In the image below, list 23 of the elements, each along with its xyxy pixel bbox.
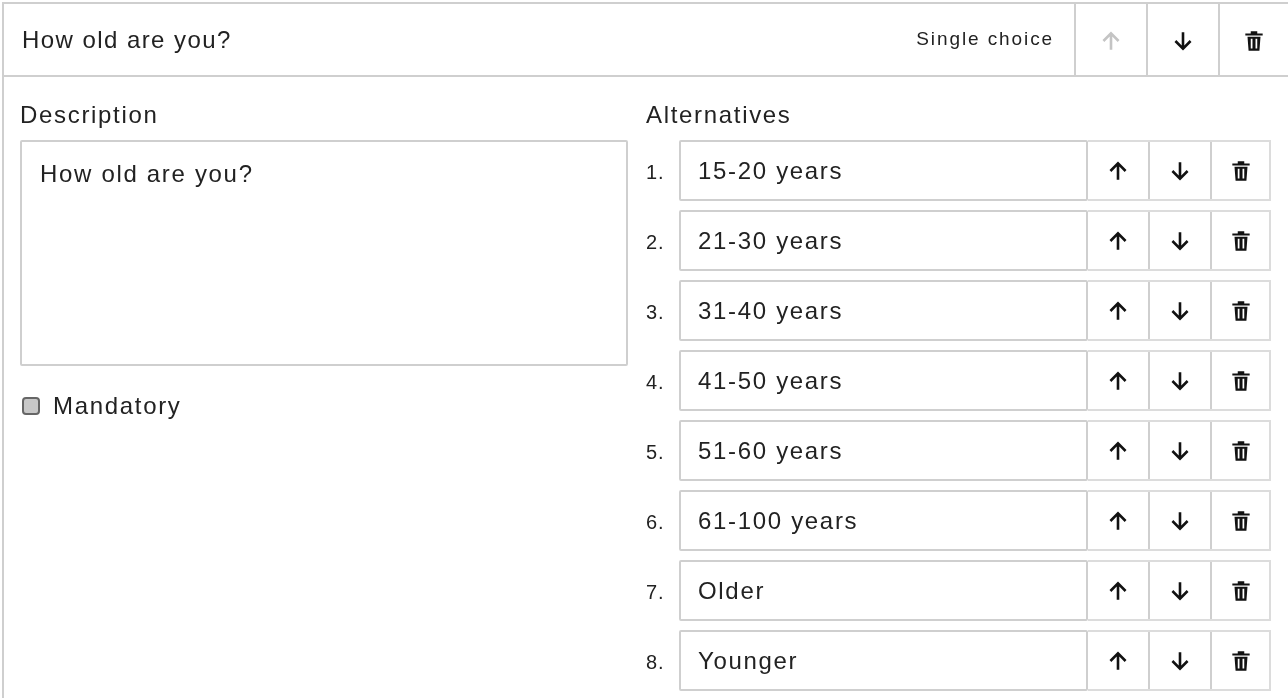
description-label: Description [20,100,160,130]
alternative-field[interactable]: 21-30 years [679,210,1088,271]
alternative-number: 3. [646,299,666,325]
alternative-field[interactable]: 61-100 years [679,490,1088,551]
alternative-field[interactable]: 51-60 years [679,420,1088,481]
alternative-field[interactable]: 15-20 years [679,140,1088,201]
alternative-number: 4. [646,369,666,395]
description-field[interactable]: How old are you? [20,140,628,366]
alternative-field[interactable]: Older [679,560,1088,621]
alternative-number: 7. [646,579,666,605]
alternative-number: 8. [646,649,666,675]
question-type: Single choice [916,27,1055,52]
mandatory-label: Mandatory [53,391,182,421]
alternative-field[interactable]: 41-50 years [679,350,1088,411]
alternative-field[interactable]: Younger [679,630,1088,691]
alternative-field[interactable]: 31-40 years [679,280,1088,341]
question-title: How old are you? [21,24,233,55]
alternative-number: 1. [646,159,666,185]
mandatory-checkbox[interactable] [22,397,40,415]
alternative-number: 2. [646,229,666,255]
alternative-number: 6. [646,509,666,535]
alternatives-label: Alternatives [646,100,793,130]
alternative-number: 5. [646,439,666,465]
